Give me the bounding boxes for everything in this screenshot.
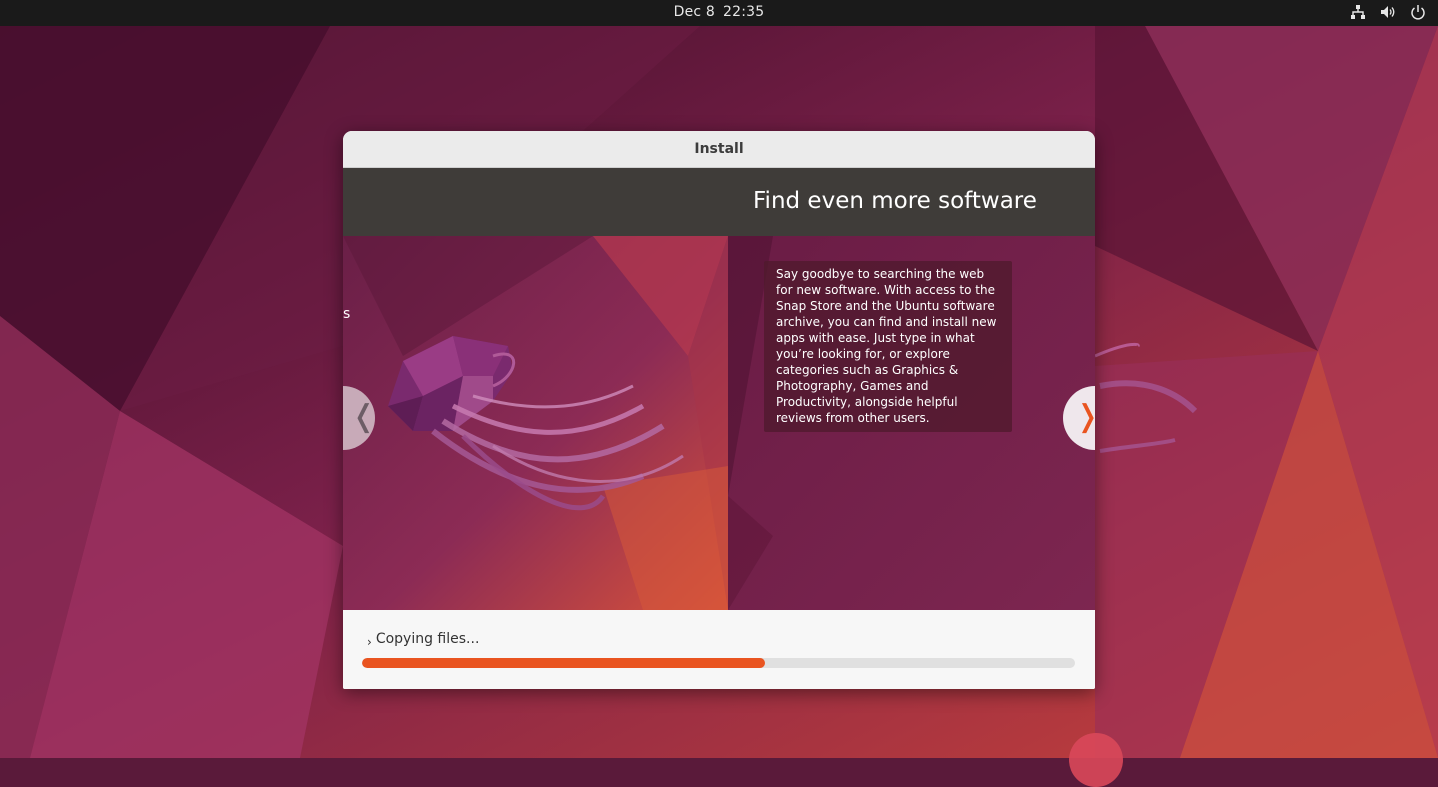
clock-time: 22:35 [723,4,765,20]
status-label: Copying files... [375,631,480,647]
clock[interactable]: Dec 8 22:35 [0,0,1438,26]
expander-arrow-icon: › [367,635,372,649]
system-tray[interactable] [1350,4,1426,22]
progress-fill [362,658,765,668]
chevron-right-icon: ❭ [1075,399,1095,435]
slideshow: s Say goodbye to searching the web for n… [343,236,1095,610]
top-bar: Dec 8 22:35 [0,0,1438,26]
slide-header: Find even more software [343,168,1095,236]
install-status: › Copying files... [343,610,1095,689]
power-icon[interactable] [1410,4,1426,20]
previous-slide-text-fragment: s [343,306,351,322]
slide-description: Say goodbye to searching the web for new… [764,261,1012,432]
volume-icon[interactable] [1380,4,1396,20]
slide-title: Find even more software [753,188,1037,214]
window-title: Install [343,131,1095,168]
chevron-left-icon: ❬ [351,399,377,434]
details-expander[interactable]: › Copying files... [367,629,479,649]
dock-hover-indicator [1069,733,1123,787]
network-icon[interactable] [1350,4,1366,20]
clock-date: Dec 8 [673,4,716,20]
progress-bar [362,658,1075,668]
install-window: Install Find even more software s Say go… [343,131,1095,689]
